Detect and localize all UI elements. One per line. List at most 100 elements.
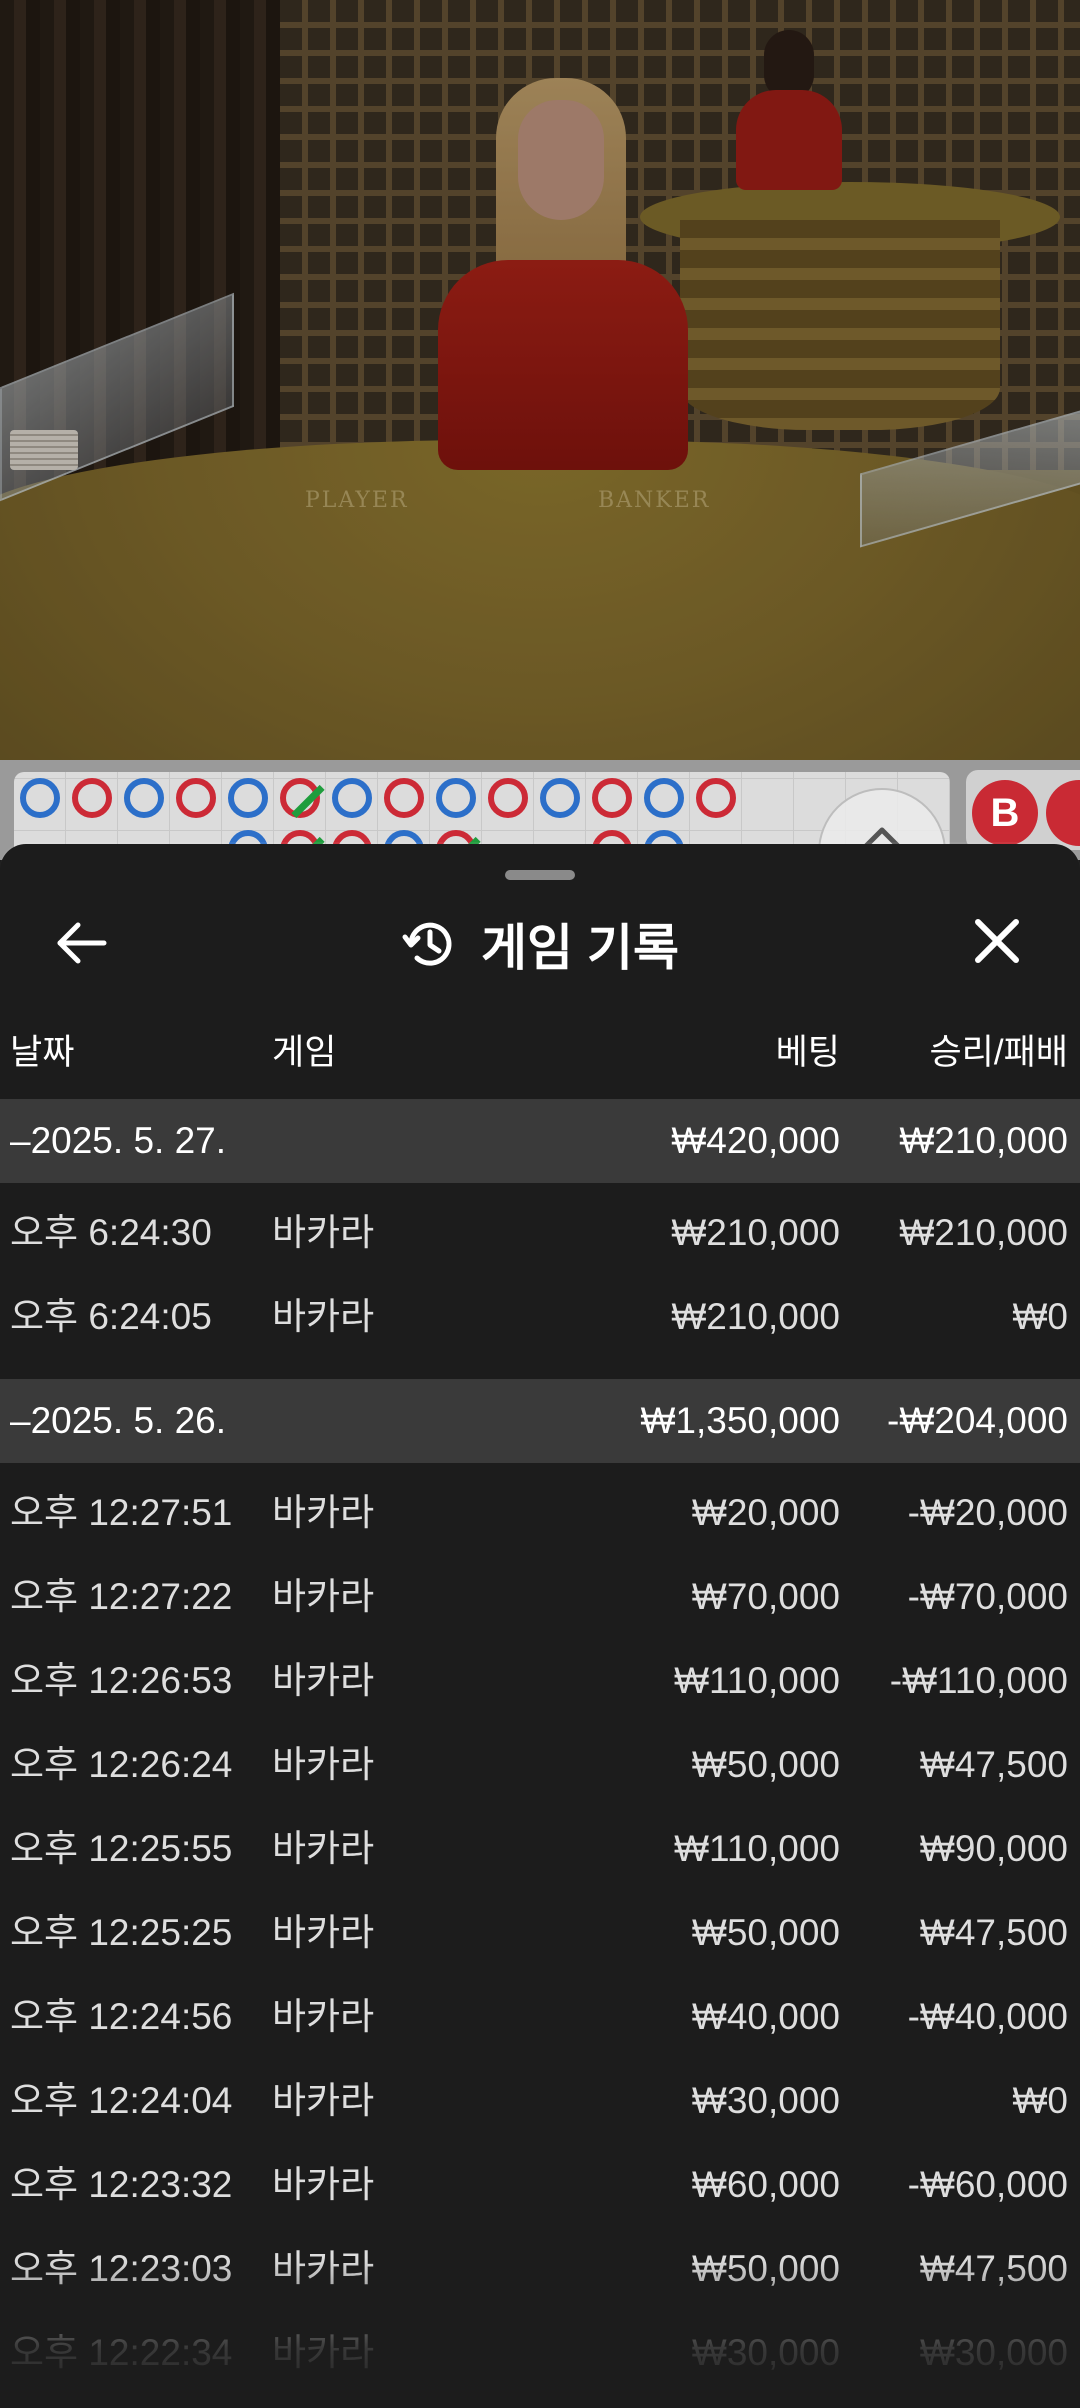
row-game: 바카라	[272, 1212, 375, 1253]
row-game: 바카라	[272, 1660, 375, 1701]
history-row[interactable]: 오후 12:24:04 바카라 ₩30,000 ₩0	[0, 2059, 1080, 2143]
row-time: 오후 12:23:03	[10, 2248, 233, 2289]
banker-bead	[696, 778, 736, 818]
row-bet: ₩50,000	[691, 1912, 840, 1953]
tie-marker	[291, 784, 325, 819]
row-bet: ₩50,000	[691, 1744, 840, 1785]
group-date: –2025. 5. 27.	[10, 1120, 227, 1161]
row-time: 오후 12:26:53	[10, 1660, 233, 1701]
row-bet: ₩110,000	[674, 1660, 840, 1701]
row-result: -₩40,000	[907, 1996, 1068, 2037]
history-row[interactable]: 오후 12:23:32 바카라 ₩60,000 -₩60,000	[0, 2143, 1080, 2227]
group-date: –2025. 5. 26.	[10, 1400, 227, 1441]
row-bet: ₩20,000	[691, 1492, 840, 1533]
row-bet: ₩110,000	[674, 1828, 840, 1869]
history-row[interactable]: 오후 12:24:56 바카라 ₩40,000 -₩40,000	[0, 1975, 1080, 2059]
row-game: 바카라	[272, 1576, 375, 1617]
group-result-total: -₩204,000	[887, 1400, 1068, 1441]
row-result: ₩210,000	[899, 1212, 1068, 1253]
close-button[interactable]	[964, 908, 1030, 974]
column-header-game: 게임	[272, 1033, 337, 1072]
row-result: ₩0	[1012, 1296, 1069, 1337]
row-result: ₩90,000	[919, 1828, 1068, 1869]
row-time: 오후 12:27:51	[10, 1492, 233, 1533]
row-game: 바카라	[272, 1912, 375, 1953]
banker-bead	[384, 778, 424, 818]
drag-handle[interactable]	[505, 870, 575, 880]
banker-bead	[280, 778, 325, 819]
page-title: 게임 기록	[481, 920, 679, 976]
row-result: -₩60,000	[907, 2164, 1068, 2205]
row-game: 바카라	[272, 2080, 375, 2121]
history-row[interactable]: 오후 12:27:22 바카라 ₩70,000 -₩70,000	[0, 1555, 1080, 1639]
live-video-stream: PLAYER BANKER	[0, 0, 1080, 760]
player-bead	[124, 778, 164, 818]
history-icon	[402, 922, 452, 966]
column-header-bet: 베팅	[775, 1033, 840, 1072]
row-game: 바카라	[272, 2248, 375, 2289]
player-bead	[228, 778, 268, 818]
row-bet: ₩210,000	[671, 1212, 840, 1253]
banker-bead	[592, 778, 632, 818]
history-row[interactable]: 오후 12:26:53 바카라 ₩110,000 -₩110,000	[0, 1639, 1080, 1723]
row-result: ₩30,000	[919, 2332, 1068, 2373]
row-time: 오후 6:24:30	[10, 1212, 212, 1253]
row-bet: ₩30,000	[691, 2332, 840, 2373]
history-row[interactable]: 오후 12:27:51 바카라 ₩20,000 -₩20,000	[0, 1471, 1080, 1555]
row-bet: ₩30,000	[691, 2080, 840, 2121]
close-icon	[975, 919, 1019, 963]
row-result: -₩110,000	[889, 1660, 1068, 1701]
history-row[interactable]: 오후 6:24:05 바카라 ₩210,000 ₩0	[0, 1275, 1080, 1359]
row-time: 오후 12:22:34	[10, 2332, 233, 2373]
row-result: -₩70,000	[907, 1576, 1068, 1617]
row-game: 바카라	[272, 1744, 375, 1785]
game-history-sheet: 게임 기록 날짜 게임 베팅 승리/패배 –2025. 5. 27. ₩420,…	[0, 844, 1080, 2408]
date-group-row[interactable]: –2025. 5. 26. ₩1,350,000 -₩204,000	[0, 1379, 1080, 1463]
date-group-row[interactable]: –2025. 5. 27. ₩420,000 ₩210,000	[0, 1099, 1080, 1183]
row-time: 오후 6:24:05	[10, 1296, 212, 1337]
row-bet: ₩210,000	[671, 1296, 840, 1337]
row-game: 바카라	[272, 2332, 375, 2373]
row-result: ₩0	[1012, 2080, 1069, 2121]
row-bet: ₩70,000	[691, 1576, 840, 1617]
row-bet: ₩60,000	[691, 2164, 840, 2205]
player-bead	[436, 778, 476, 818]
history-row[interactable]: 오후 12:25:55 바카라 ₩110,000 ₩90,000	[0, 1807, 1080, 1891]
history-row[interactable]: 오후 12:22:34 바카라 ₩30,000 ₩30,000	[0, 2311, 1080, 2395]
row-game: 바카라	[272, 2164, 375, 2205]
row-time: 오후 12:23:32	[10, 2164, 233, 2205]
history-row[interactable]: 오후 12:26:24 바카라 ₩50,000 ₩47,500	[0, 1723, 1080, 1807]
row-time: 오후 12:25:55	[10, 1828, 233, 1869]
row-time: 오후 12:26:24	[10, 1744, 233, 1785]
column-header-result: 승리/패배	[929, 1033, 1068, 1072]
row-bet: ₩40,000	[691, 1996, 840, 2037]
history-row[interactable]: 오후 12:23:03 바카라 ₩50,000 ₩47,500	[0, 2227, 1080, 2311]
row-result: -₩20,000	[907, 1492, 1068, 1533]
row-result: ₩47,500	[919, 2248, 1068, 2289]
row-result: ₩47,500	[919, 1744, 1068, 1785]
banker-bead	[176, 778, 216, 818]
row-game: 바카라	[272, 1492, 375, 1533]
group-result-total: ₩210,000	[899, 1120, 1068, 1161]
row-game: 바카라	[272, 1296, 375, 1337]
row-time: 오후 12:27:22	[10, 1576, 233, 1617]
column-header-date: 날짜	[10, 1033, 75, 1072]
row-result: ₩47,500	[919, 1912, 1068, 1953]
row-game: 바카라	[272, 1828, 375, 1869]
row-bet: ₩50,000	[691, 2248, 840, 2289]
history-row[interactable]: 오후 6:24:30 바카라 ₩210,000 ₩210,000	[0, 1191, 1080, 1275]
player-bead	[644, 778, 684, 818]
banker-bead	[488, 778, 528, 818]
history-row[interactable]: 오후 12:25:25 바카라 ₩50,000 ₩47,500	[0, 1891, 1080, 1975]
row-time: 오후 12:24:04	[10, 2080, 233, 2121]
row-time: 오후 12:25:25	[10, 1912, 233, 1953]
player-bead	[332, 778, 372, 818]
history-list[interactable]: –2025. 5. 27. ₩420,000 ₩210,000 오후 6:24:…	[0, 1099, 1080, 2395]
banker-prediction-badge[interactable]: B	[966, 770, 1080, 850]
group-bet-total: ₩420,000	[671, 1120, 840, 1161]
player-bead	[20, 778, 60, 818]
group-bet-total: ₩1,350,000	[640, 1400, 840, 1441]
player-bead	[540, 778, 580, 818]
banker-bead	[72, 778, 112, 818]
sheet-header: 게임 기록	[0, 904, 1080, 984]
